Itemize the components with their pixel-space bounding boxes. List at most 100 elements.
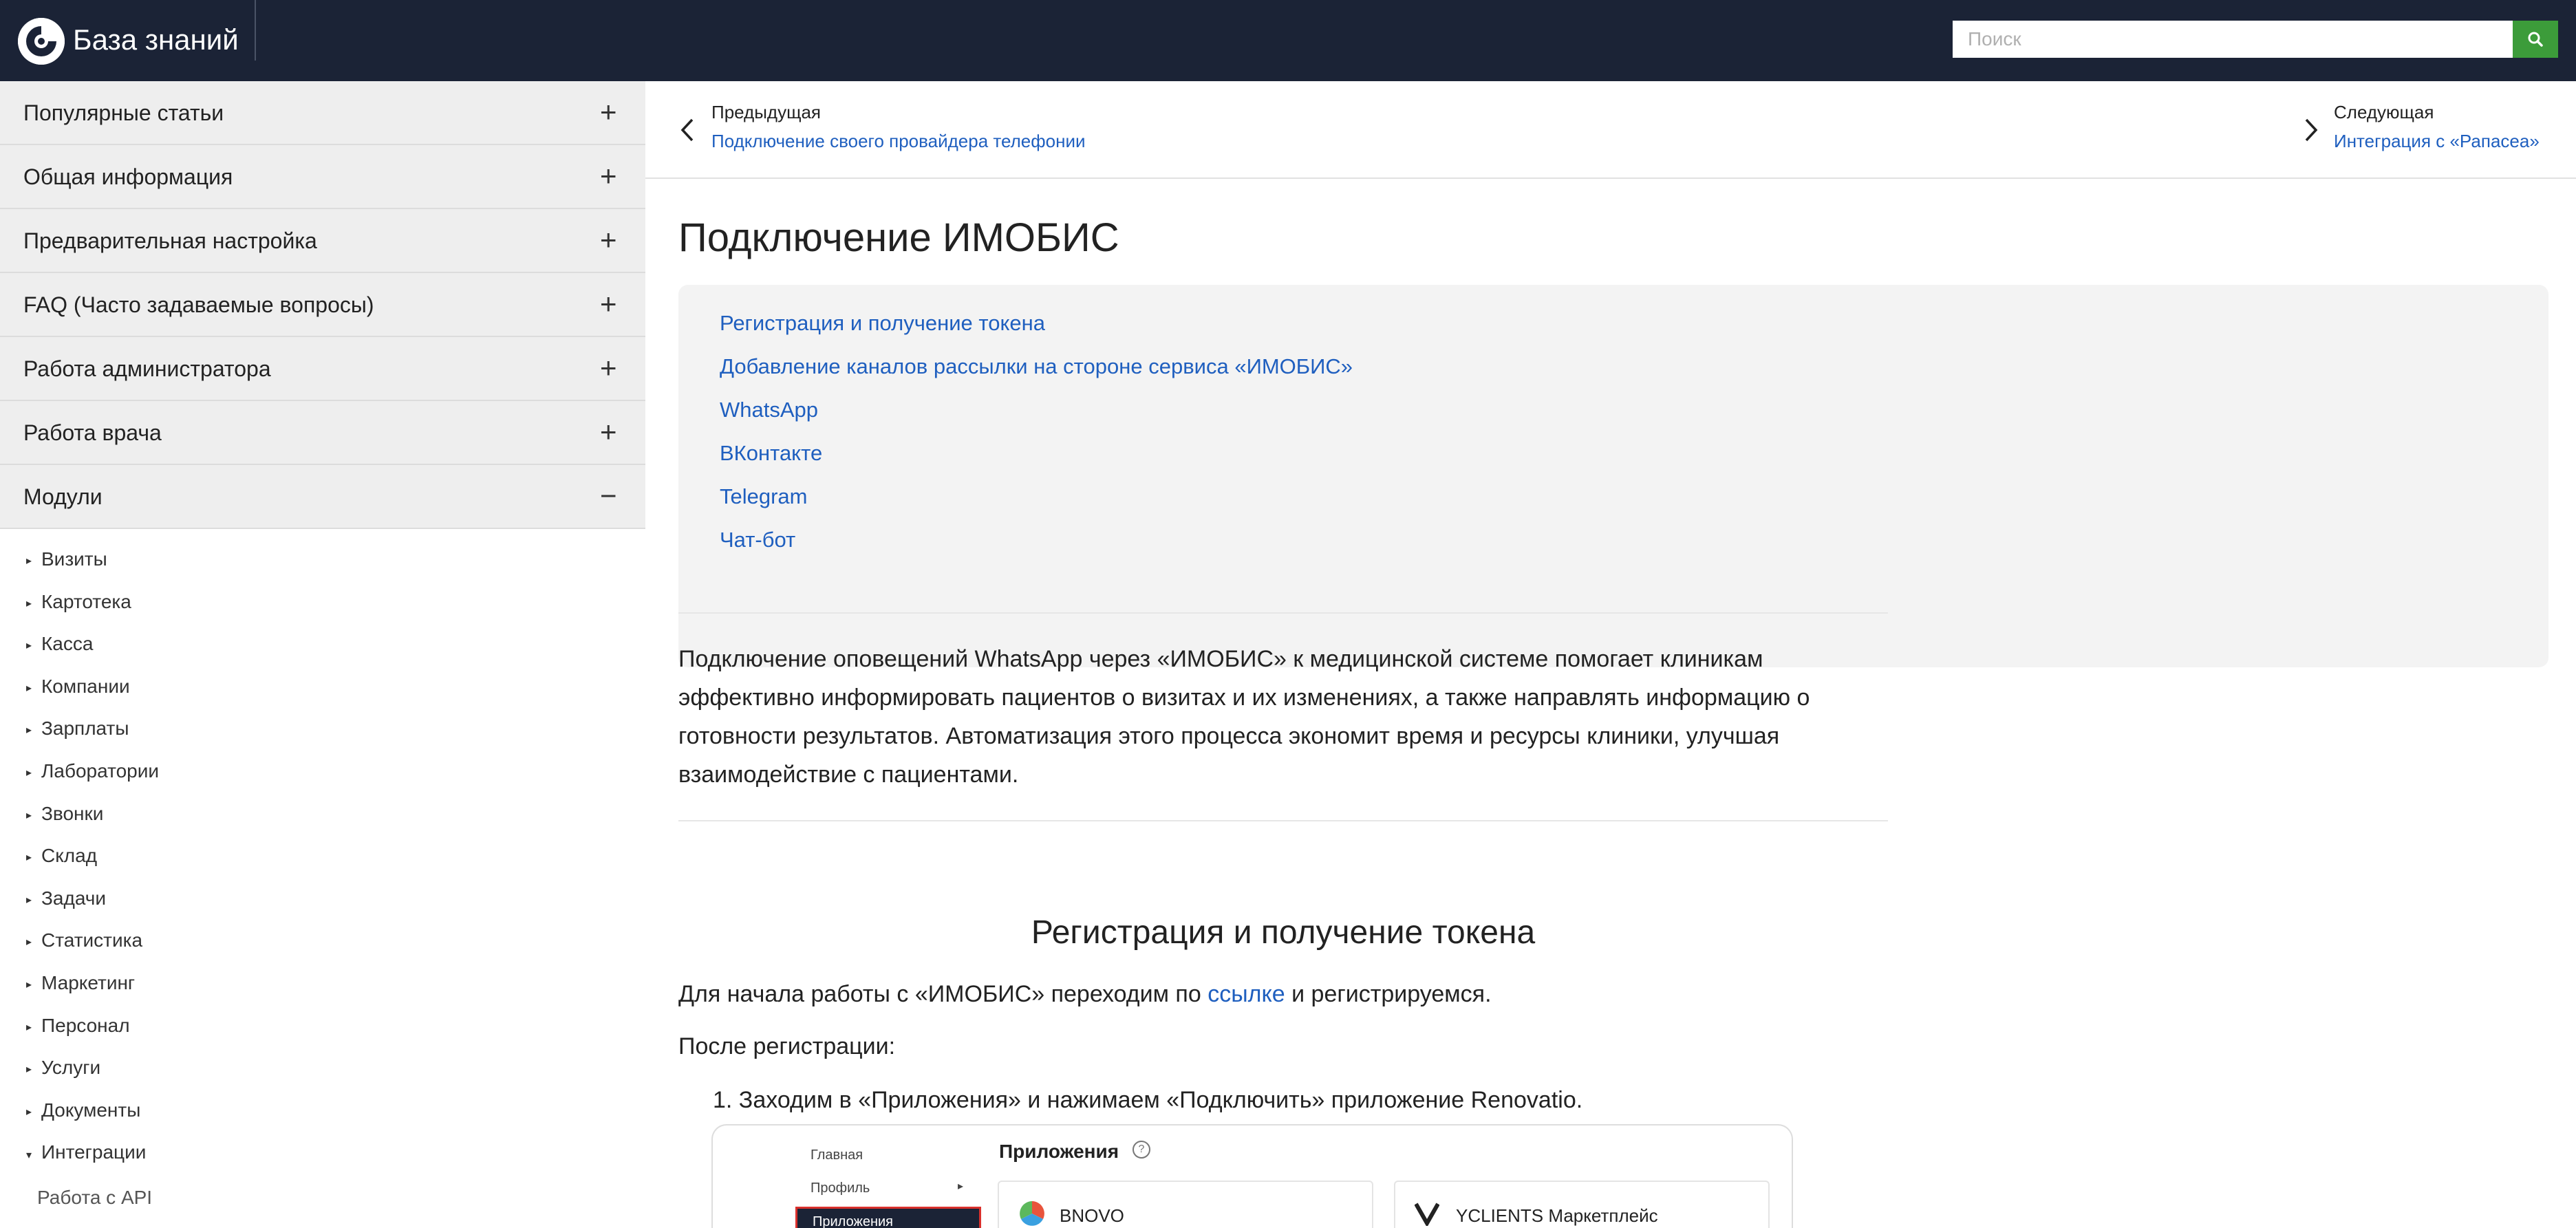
sidebar-section-general[interactable]: Общая информация +	[0, 145, 645, 209]
sidebar-section-popular[interactable]: Популярные статьи +	[0, 81, 645, 145]
search-input[interactable]	[1953, 21, 2513, 58]
screenshot-apps-heading: Приложения	[999, 1141, 1119, 1162]
sidebar-item-staff[interactable]: ▸ Персонал	[0, 1006, 645, 1049]
screenshot-menu-apps: Приложения	[795, 1207, 981, 1228]
triangle-right-icon: ▸	[26, 640, 32, 652]
article-pager: Предыдущая Подключение своего провайдера…	[645, 81, 2576, 179]
modules-list: ▸ Визиты ▸ Картотека ▸ Касса ▸ Компании ▸ Зар…	[0, 529, 645, 1217]
sidebar-section-admin[interactable]: Работа администратора +	[0, 337, 645, 401]
screenshot-app-card: YCLIENTS Маркетплейс	[1394, 1181, 1770, 1228]
triangle-right-icon: ▸	[26, 1064, 32, 1076]
step-item: 1. Заходим в «Приложения» и нажимаем «По…	[713, 1087, 1583, 1113]
toc-link-registration[interactable]: Регистрация и получение токена	[720, 311, 1045, 336]
sidebar-item-cashbox[interactable]: ▸ Касса	[0, 625, 645, 667]
sidebar-item-labs[interactable]: ▸ Лаборатории	[0, 752, 645, 795]
sidebar-item-cards[interactable]: ▸ Картотека	[0, 583, 645, 625]
help-icon: ?	[1133, 1141, 1150, 1159]
search-icon	[2528, 32, 2543, 47]
sidebar-section-doctor[interactable]: Работа врача +	[0, 401, 645, 465]
sidebar-item-label: Склад	[41, 845, 98, 867]
text-span: Для начала работы с «ИМОБИС» переходим п…	[678, 981, 1208, 1007]
sidebar: Популярные статьи + Общая информация + П…	[0, 81, 645, 1228]
expand-icon[interactable]: +	[600, 351, 617, 385]
sidebar-item-marketing[interactable]: ▸ Маркетинг	[0, 964, 645, 1006]
header-divider	[255, 0, 256, 61]
search-button[interactable]	[2513, 21, 2558, 58]
sidebar-item-documents[interactable]: ▸ Документы	[0, 1091, 645, 1134]
triangle-right-icon: ▸	[26, 597, 32, 610]
text-span: и регистрируемся.	[1285, 981, 1492, 1007]
screenshot-app-card: BNOVO	[998, 1181, 1373, 1228]
sidebar-item-label: Касса	[41, 633, 94, 655]
sidebar-item-label: Лаборатории	[41, 760, 160, 782]
sidebar-item-calls[interactable]: ▸ Звонки	[0, 795, 645, 837]
triangle-down-icon: ▾	[26, 1150, 32, 1162]
sidebar-section-modules[interactable]: Модули −	[0, 465, 645, 529]
chevron-left-icon[interactable]	[680, 117, 695, 143]
expand-icon[interactable]: +	[600, 223, 617, 257]
sidebar-item-label: Персонал	[41, 1014, 130, 1036]
expand-icon[interactable]: +	[600, 287, 617, 321]
divider	[678, 820, 1888, 821]
sidebar-item-label: Интеграции	[41, 1141, 147, 1163]
sidebar-item-visits[interactable]: ▸ Визиты	[0, 540, 645, 583]
toc-link-whatsapp[interactable]: WhatsApp	[720, 398, 818, 422]
triangle-right-icon: ▸	[26, 852, 32, 864]
sidebar-item-label: Компании	[41, 675, 130, 697]
sidebar-item-integrations[interactable]: ▾ Интеграции	[0, 1133, 645, 1176]
next-caption: Следующая	[2334, 102, 2434, 122]
sidebar-item-services[interactable]: ▸ Услуги	[0, 1048, 645, 1091]
top-bar: База знаний	[0, 0, 2576, 81]
expand-icon[interactable]: +	[600, 415, 617, 449]
sidebar-section-label: Популярные статьи	[23, 100, 224, 125]
bnovo-logo-icon	[1020, 1201, 1044, 1226]
logo-icon[interactable]	[18, 18, 65, 65]
sidebar-item-label: Зарплаты	[41, 718, 129, 740]
sidebar-item-warehouse[interactable]: ▸ Склад	[0, 837, 645, 879]
screenshot-app-name: BNOVO	[1060, 1205, 1124, 1226]
triangle-right-icon: ▸	[26, 936, 32, 949]
sidebar-item-label: Работа с API	[37, 1186, 153, 1208]
chevron-right-icon[interactable]	[2304, 117, 2319, 143]
registration-link[interactable]: ссылке	[1208, 981, 1285, 1007]
toc-link-vkontakte[interactable]: ВКонтакте	[720, 441, 822, 466]
sidebar-item-companies[interactable]: ▸ Компании	[0, 667, 645, 710]
sidebar-section-presetup[interactable]: Предварительная настройка +	[0, 209, 645, 273]
sidebar-item-label: Документы	[41, 1099, 141, 1121]
intro-paragraph: Подключение оповещений WhatsApp через «И…	[678, 646, 1810, 788]
sidebar-section-label: Работа врача	[23, 420, 162, 445]
sidebar-item-label: Статистика	[41, 929, 143, 951]
sidebar-item-label: Визиты	[41, 548, 107, 570]
embedded-screenshot: Главная Профиль ▸ Приложения Приложения …	[711, 1124, 1793, 1228]
screenshot-menu-main: Главная	[811, 1148, 863, 1163]
sidebar-item-label: Картотека	[41, 590, 131, 612]
triangle-right-icon: ▸	[26, 1021, 32, 1033]
expand-icon[interactable]: +	[600, 159, 617, 193]
sidebar-section-label: Предварительная настройка	[23, 228, 317, 253]
collapse-icon[interactable]: −	[600, 479, 617, 513]
triangle-right-icon: ▸	[26, 682, 32, 694]
prev-article-link[interactable]: Подключение своего провайдера телефонии	[711, 131, 1086, 152]
sidebar-section-label: Работа администратора	[23, 356, 271, 381]
toc-link-chatbot[interactable]: Чат-бот	[720, 528, 795, 552]
toc-link-channels[interactable]: Добавление каналов рассылки на стороне с…	[720, 354, 1353, 379]
sidebar-item-salaries[interactable]: ▸ Зарплаты	[0, 709, 645, 752]
sidebar-section-label: Общая информация	[23, 164, 233, 189]
sidebar-item-label: Маркетинг	[41, 971, 136, 993]
brand-title[interactable]: База знаний	[73, 21, 239, 59]
main-content: Предыдущая Подключение своего провайдера…	[645, 81, 2576, 1228]
triangle-right-icon: ▸	[26, 1106, 32, 1118]
sidebar-item-api[interactable]: Работа с API	[0, 1176, 645, 1217]
sidebar-item-label: Звонки	[41, 802, 104, 824]
toc-link-telegram[interactable]: Telegram	[720, 484, 808, 509]
next-article-link[interactable]: Интеграция с «Рапасеа»	[2334, 131, 2540, 152]
sidebar-item-tasks[interactable]: ▸ Задачи	[0, 879, 645, 922]
screenshot-menu-profile: Профиль	[811, 1181, 870, 1196]
triangle-right-icon: ▸	[26, 809, 32, 821]
sidebar-section-label: Модули	[23, 484, 103, 509]
triangle-right-icon: ▸	[26, 978, 32, 991]
sidebar-item-statistics[interactable]: ▸ Статистика	[0, 921, 645, 964]
triangle-right-icon: ▸	[26, 724, 32, 737]
sidebar-section-faq[interactable]: FAQ (Часто задаваемые вопросы) +	[0, 273, 645, 337]
expand-icon[interactable]: +	[600, 95, 617, 129]
